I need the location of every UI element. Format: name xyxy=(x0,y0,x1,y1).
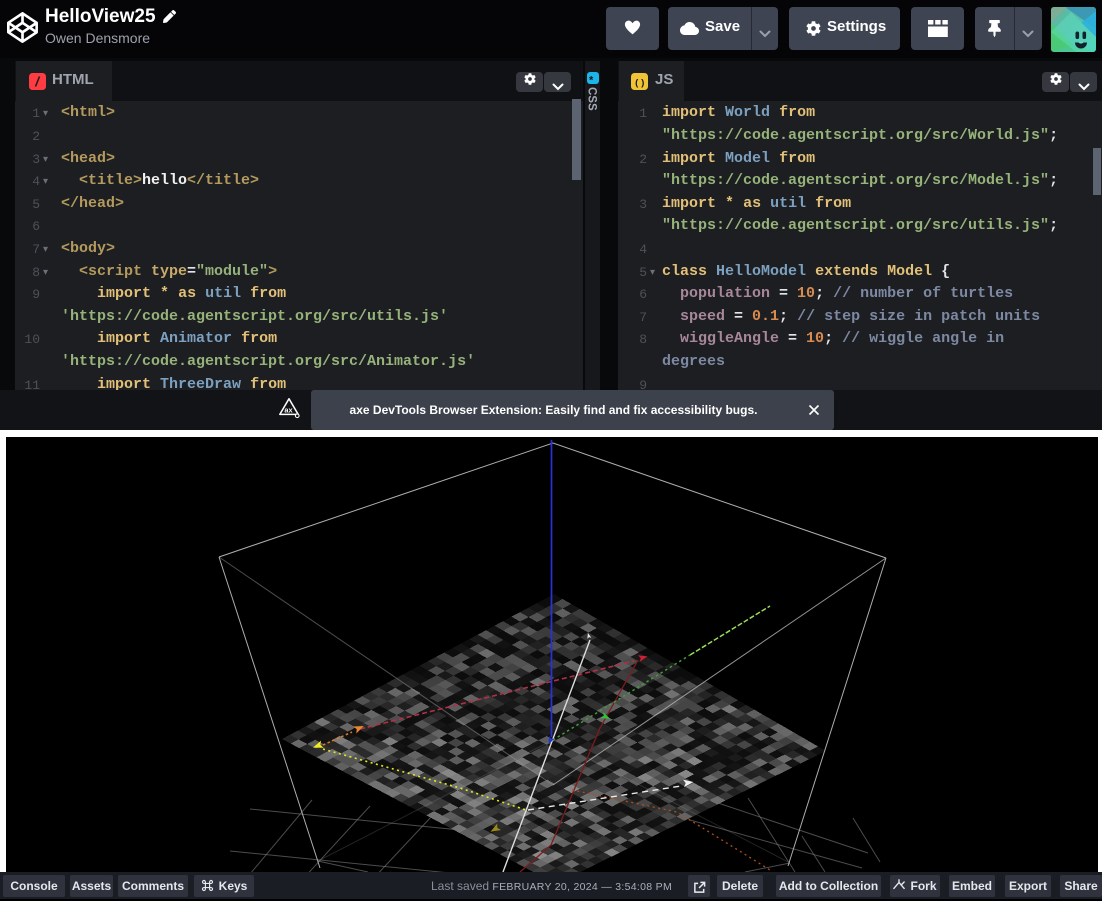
svg-text:CSS: CSS xyxy=(586,87,598,111)
svg-text:*: * xyxy=(589,75,594,85)
svg-text:ax: ax xyxy=(284,406,293,415)
svg-text:(): () xyxy=(634,78,645,89)
